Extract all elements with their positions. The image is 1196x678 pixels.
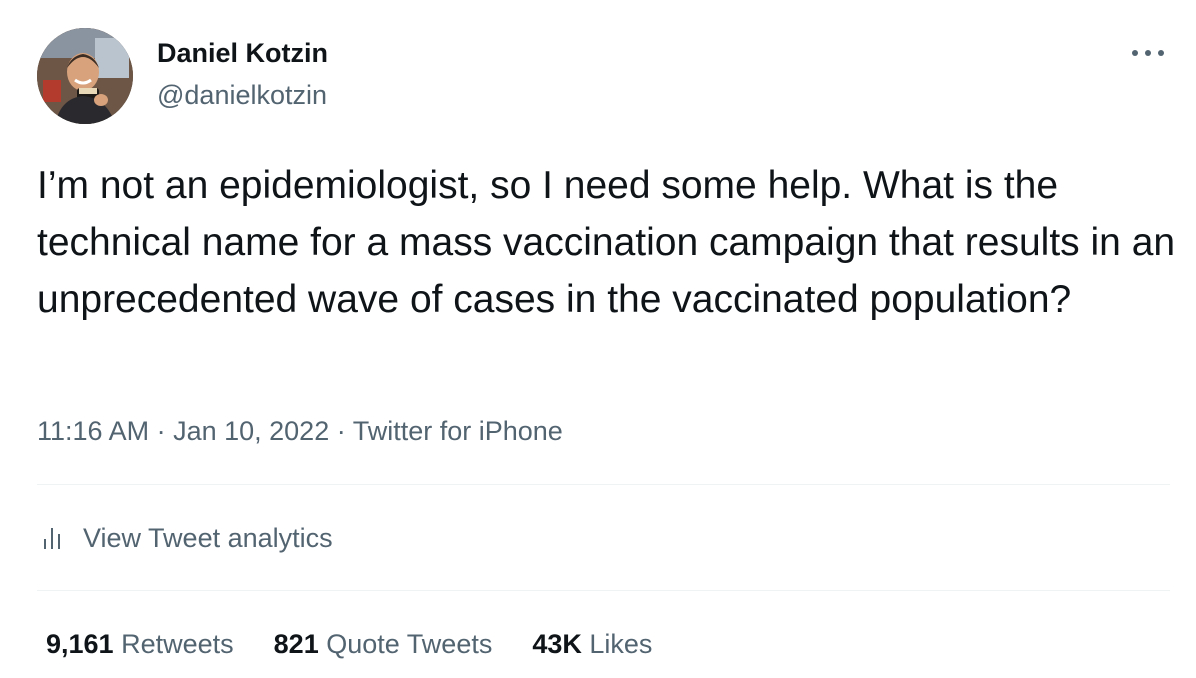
author-handle[interactable]: @danielkotzin <box>157 78 327 112</box>
tweet-source[interactable]: Twitter for iPhone <box>353 416 563 446</box>
meta-separator: · <box>149 416 174 446</box>
tweet-time[interactable]: 11:16 AM <box>37 416 149 446</box>
tweet-card: Daniel Kotzin @danielkotzin I’m not an e… <box>0 0 1196 678</box>
likes-count: 43K <box>532 629 582 659</box>
retweets-label: Retweets <box>121 629 234 659</box>
likes-stat[interactable]: 43K Likes <box>532 627 652 661</box>
more-horizontal-icon <box>1132 50 1164 56</box>
likes-label: Likes <box>589 629 653 659</box>
tweet-metadata: 11:16 AM · Jan 10, 2022 · Twitter for iP… <box>37 414 563 448</box>
view-analytics-label: View Tweet analytics <box>83 523 333 553</box>
bar-chart-icon <box>44 528 60 549</box>
retweets-stat[interactable]: 9,161 Retweets <box>46 627 234 661</box>
avatar[interactable] <box>37 28 133 124</box>
avatar-image <box>37 28 133 124</box>
quote-tweets-count: 821 <box>273 629 319 659</box>
tweet-text: I’m not an epidemiologist, so I need som… <box>37 164 1176 321</box>
more-options-button[interactable] <box>1124 38 1172 68</box>
divider <box>37 590 1170 591</box>
quote-tweets-stat[interactable]: 821 Quote Tweets <box>274 627 493 661</box>
retweets-count: 9,161 <box>46 629 114 659</box>
tweet-date[interactable]: Jan 10, 2022 <box>173 416 329 446</box>
engagement-stats: 9,161 Retweets 821 Quote Tweets 43K Like… <box>46 627 692 661</box>
quote-tweets-label: Quote Tweets <box>326 629 493 659</box>
view-analytics-link[interactable]: View Tweet analytics <box>37 521 333 555</box>
meta-separator: · <box>329 416 353 446</box>
author-display-name[interactable]: Daniel Kotzin <box>157 36 328 70</box>
divider <box>37 484 1170 485</box>
